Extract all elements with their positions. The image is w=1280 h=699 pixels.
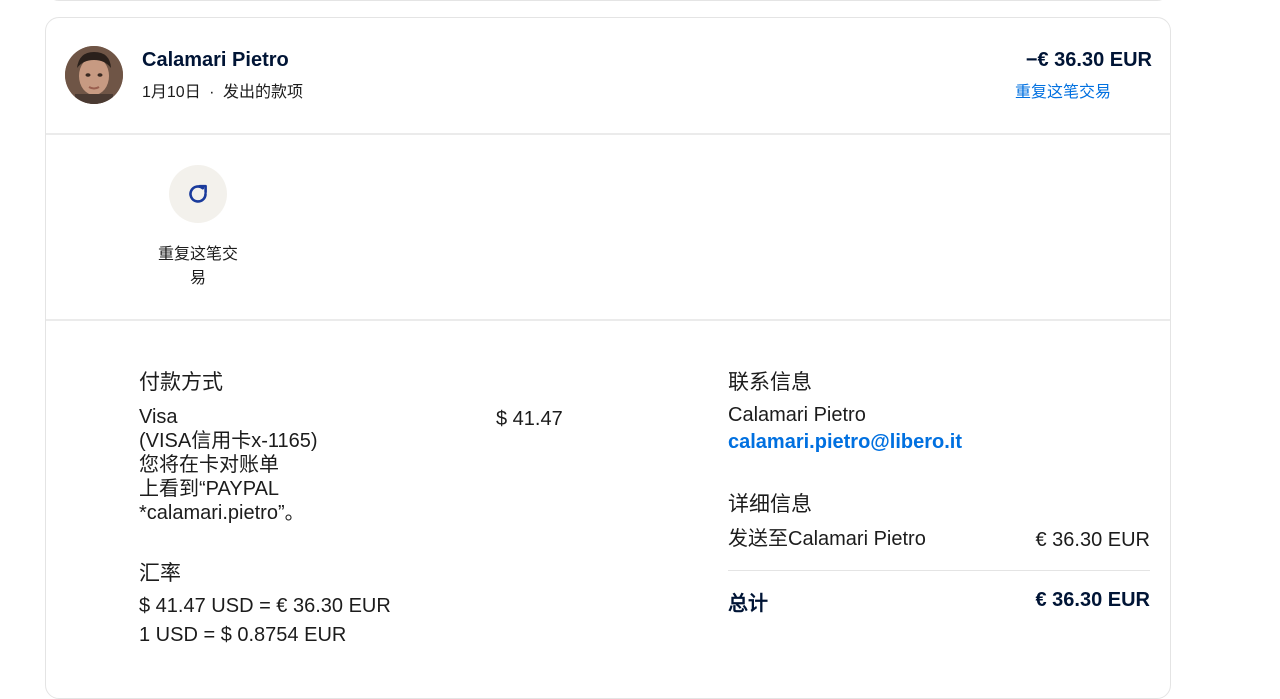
details-title: 详细信息 xyxy=(728,493,812,516)
refresh-icon xyxy=(189,184,207,203)
previous-transaction-card xyxy=(45,0,1171,1)
transaction-date: 1月10日 xyxy=(142,84,201,101)
transaction-subtitle: 1月10日 · 发出的款项 xyxy=(142,78,303,102)
repeat-transaction-label: 重复这笔交易 xyxy=(157,246,238,287)
total-label: 总计 xyxy=(728,593,768,615)
details-divider xyxy=(728,570,1150,571)
sent-to-label: 发送至Calamari Pietro xyxy=(728,528,926,550)
repeat-button-circle[interactable] xyxy=(169,165,227,223)
payment-method-description: Visa (VISA信用卡x-1165) 您将在卡对账单 上看到“PAYPAL … xyxy=(139,406,318,524)
contact-email-link[interactable]: calamari.pietro@libero.it xyxy=(728,431,962,454)
avatar-photo-icon xyxy=(65,46,123,104)
details-section: 付款方式 Visa (VISA信用卡x-1165) 您将在卡对账单 上看到“PA… xyxy=(46,321,1170,698)
exchange-rate-title: 汇率 xyxy=(139,562,181,585)
actions-section: 重复这笔交易 xyxy=(46,135,1170,321)
repeat-transaction-link[interactable]: 重复这笔交易 xyxy=(1015,78,1111,102)
repeat-transaction-button[interactable]: 重复这笔交易 xyxy=(146,165,250,291)
total-amount: € 36.30 EUR xyxy=(1035,589,1150,611)
avatar[interactable] xyxy=(65,46,123,104)
transaction-amount: −€ 36.30 EUR xyxy=(1025,49,1152,71)
payment-method-amount: $ 41.47 xyxy=(496,408,563,430)
subtitle-separator: · xyxy=(209,84,215,101)
transaction-type: 发出的款项 xyxy=(222,84,303,101)
contact-name: Calamari Pietro xyxy=(728,404,866,426)
contact-info-title: 联系信息 xyxy=(728,371,812,394)
counterparty-name: Calamari Pietro xyxy=(142,49,289,71)
transaction-header: Calamari Pietro 1月10日 · 发出的款项 −€ 36.30 E… xyxy=(46,18,1170,135)
transaction-card: Calamari Pietro 1月10日 · 发出的款项 −€ 36.30 E… xyxy=(45,17,1171,699)
sent-to-amount: € 36.30 EUR xyxy=(1035,529,1150,551)
payment-method-title: 付款方式 xyxy=(139,371,223,394)
exchange-rate: 1 USD = $ 0.8754 EUR xyxy=(139,624,347,646)
exchange-conversion: $ 41.47 USD = € 36.30 EUR xyxy=(139,595,391,617)
